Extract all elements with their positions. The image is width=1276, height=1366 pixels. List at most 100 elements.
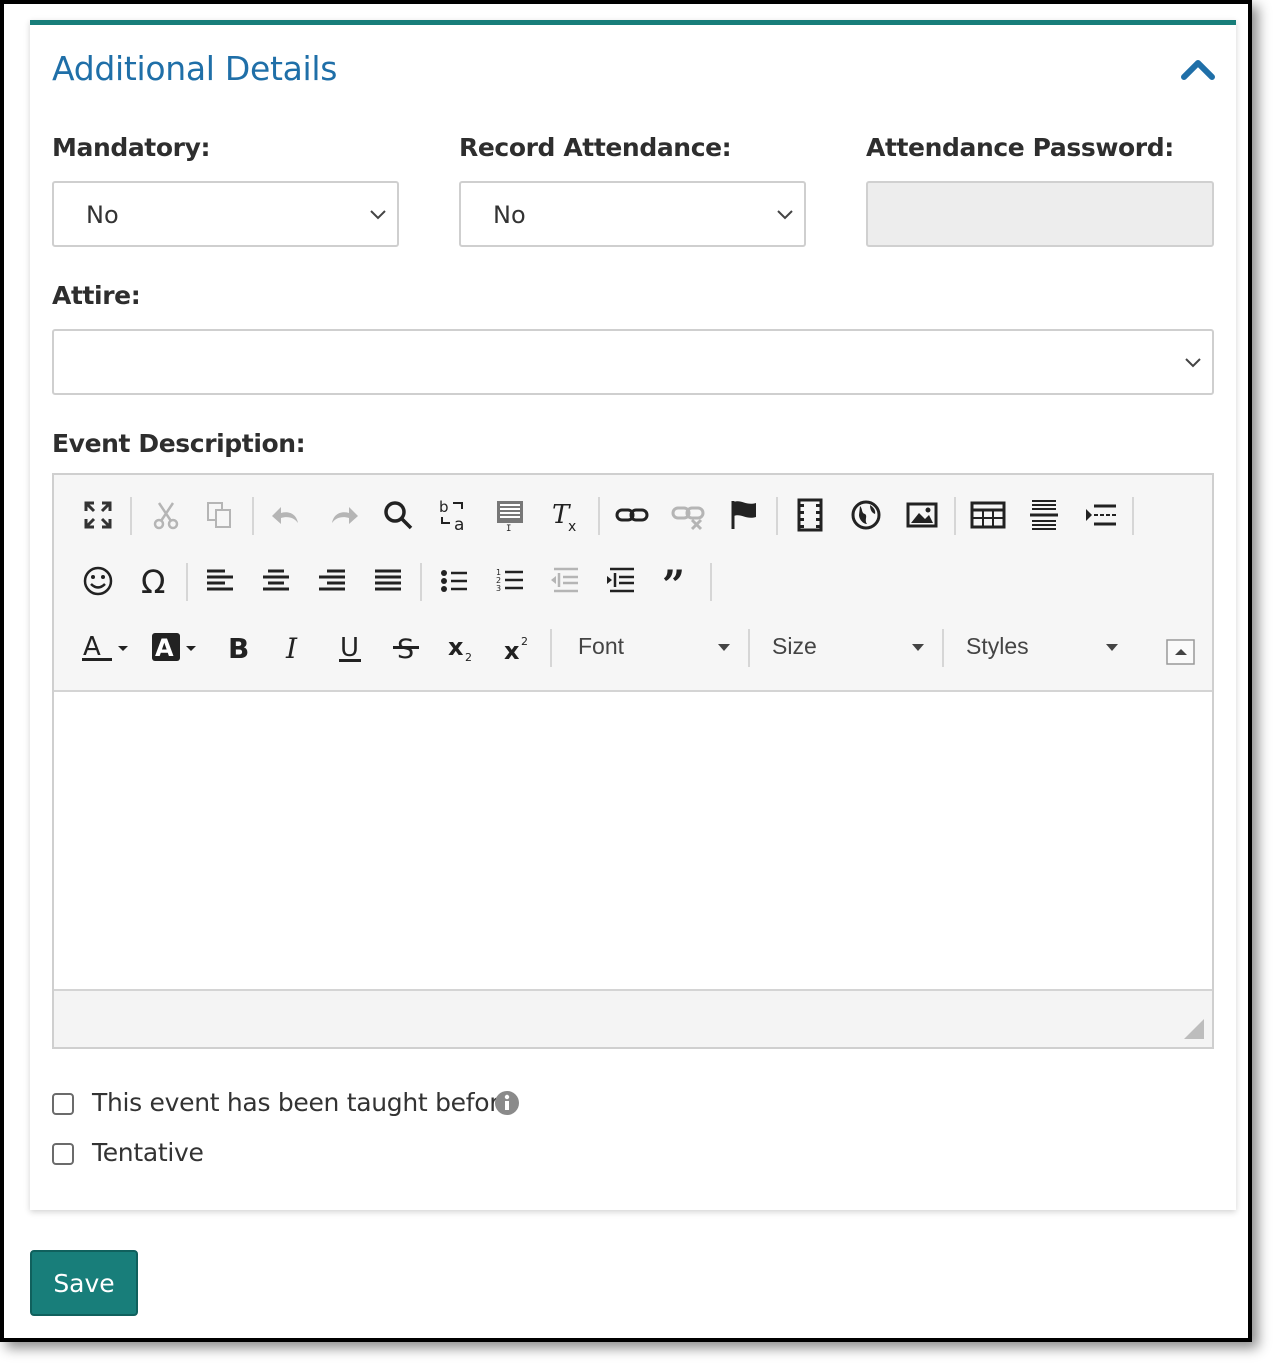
text-color-icon: A	[82, 632, 128, 662]
bold-button[interactable]: B	[218, 627, 258, 667]
svg-text:A: A	[83, 632, 101, 662]
align-right-button[interactable]	[312, 561, 352, 601]
undo-icon	[272, 507, 298, 524]
svg-text:a: a	[454, 515, 464, 535]
subscript-icon: x2	[448, 633, 472, 664]
iframe-button[interactable]	[846, 495, 886, 535]
link-button[interactable]	[612, 495, 652, 535]
film-icon	[797, 498, 823, 532]
horizontal-rule-button[interactable]	[1024, 495, 1064, 535]
find-icon	[384, 501, 413, 530]
table-button[interactable]	[968, 495, 1008, 535]
editor-content-area[interactable]	[54, 692, 1212, 991]
bulleted-list-button[interactable]	[434, 561, 474, 601]
underline-button[interactable]: U	[330, 627, 370, 667]
record-attendance-select[interactable]: No	[459, 181, 806, 247]
bulleted-list-icon	[441, 570, 467, 592]
superscript-icon: x2	[504, 635, 528, 665]
screenshot-frame: Additional Details Mandatory: No Record …	[0, 0, 1252, 1342]
editor-toolbar: ba I Tx Ω 1 2 3 ” A A B I U S x 2 x 2 Fo…	[54, 475, 1212, 692]
toolbar-separator	[954, 497, 956, 535]
numbered-list-button[interactable]: 123	[490, 561, 530, 601]
taught-before-option: This event has been taught before	[52, 1088, 572, 1120]
copy-button[interactable]	[200, 495, 240, 535]
collapse-toolbar-button[interactable]	[1166, 637, 1196, 667]
toolbar-separator	[748, 629, 750, 667]
toolbar-separator	[420, 563, 422, 601]
attendance-password-label: Attendance Password:	[866, 133, 1174, 162]
additional-details-panel: Additional Details Mandatory: No Record …	[30, 20, 1236, 1210]
svg-text:I: I	[285, 632, 298, 665]
maximize-button[interactable]	[78, 495, 118, 535]
attendance-password-field[interactable]	[866, 181, 1214, 247]
redo-button[interactable]	[322, 495, 362, 535]
svg-text:2: 2	[521, 635, 528, 648]
size-combo[interactable]: Size	[772, 627, 942, 667]
rich-text-editor: ba I Tx Ω 1 2 3 ” A A B I U S x 2 x 2 Fo…	[52, 473, 1214, 1049]
font-combo-label: Font	[578, 633, 625, 659]
align-left-button[interactable]	[200, 561, 240, 601]
unlink-button[interactable]	[668, 495, 708, 535]
svg-text:3: 3	[496, 584, 501, 593]
select-all-button[interactable]: I	[490, 495, 530, 535]
smiley-button[interactable]	[78, 561, 118, 601]
indent-icon	[607, 567, 634, 593]
video-button[interactable]	[790, 495, 830, 535]
size-combo-label: Size	[772, 633, 817, 659]
indent-button[interactable]	[602, 561, 642, 601]
smiley-icon	[83, 566, 113, 596]
anchor-button[interactable]	[724, 495, 764, 535]
toolbar-separator	[1132, 497, 1134, 535]
superscript-button[interactable]: x2	[498, 627, 538, 667]
bold-icon: B	[228, 632, 249, 665]
strikethrough-button[interactable]: S	[386, 627, 426, 667]
svg-text:b: b	[439, 498, 449, 516]
page-break-button[interactable]	[1080, 495, 1120, 535]
align-center-button[interactable]	[256, 561, 296, 601]
chevron-down-icon	[1185, 358, 1201, 368]
background-color-button[interactable]: A	[150, 627, 206, 667]
remove-format-button[interactable]: Tx	[546, 495, 586, 535]
flag-icon	[731, 501, 756, 529]
justify-button[interactable]	[368, 561, 408, 601]
special-char-button[interactable]: Ω	[134, 561, 174, 601]
image-button[interactable]	[902, 495, 942, 535]
tentative-checkbox[interactable]	[52, 1143, 74, 1165]
replace-icon: ba	[439, 498, 464, 535]
save-button[interactable]: Save	[30, 1250, 138, 1316]
event-description-label: Event Description:	[52, 429, 306, 458]
attire-select[interactable]	[52, 329, 1214, 395]
page-break-icon	[1086, 504, 1116, 526]
outdent-button[interactable]	[546, 561, 586, 601]
link-icon	[615, 508, 649, 522]
outdent-icon	[551, 567, 578, 593]
italic-icon: I	[285, 632, 298, 665]
toolbar-separator	[776, 497, 778, 535]
subscript-button[interactable]: x2	[442, 627, 482, 667]
toolbar-separator	[252, 497, 254, 535]
blockquote-icon: ”	[662, 562, 685, 601]
blockquote-button[interactable]: ”	[658, 561, 698, 601]
toolbar-separator	[942, 629, 944, 667]
taught-before-label[interactable]: This event has been taught before	[92, 1088, 514, 1117]
svg-text:Ω: Ω	[141, 563, 165, 601]
replace-button[interactable]: ba	[434, 495, 474, 535]
styles-combo[interactable]: Styles	[966, 627, 1136, 667]
find-button[interactable]	[378, 495, 418, 535]
font-combo[interactable]: Font	[578, 627, 748, 667]
text-color-button[interactable]: A	[80, 627, 136, 667]
resize-handle-icon[interactable]	[1184, 1019, 1204, 1039]
undo-button[interactable]	[268, 495, 308, 535]
tentative-label[interactable]: Tentative	[92, 1138, 204, 1167]
svg-text:x: x	[504, 637, 520, 665]
cut-button[interactable]	[146, 495, 186, 535]
collapse-button[interactable]	[1180, 55, 1216, 83]
toolbar-separator	[550, 629, 552, 667]
taught-before-checkbox[interactable]	[52, 1093, 74, 1115]
italic-button[interactable]: I	[274, 627, 314, 667]
chevron-down-icon	[777, 210, 793, 220]
info-icon[interactable]	[494, 1090, 520, 1116]
mandatory-select[interactable]: No	[52, 181, 399, 247]
toolbar-separator	[186, 563, 188, 601]
svg-text:I: I	[506, 524, 511, 534]
